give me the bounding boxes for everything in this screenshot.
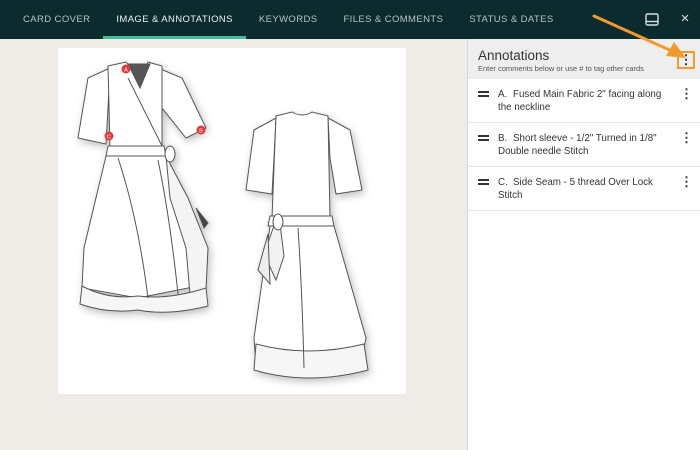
tab-files-comments[interactable]: FILES & COMMENTS [330,0,456,39]
annotation-list: A. Fused Main Fabric 2" facing along the … [468,79,700,211]
sketch-canvas[interactable]: A B C [58,48,406,394]
drag-handle-icon[interactable] [478,91,489,97]
front-dress-illustration [77,61,209,313]
panel-subtitle: Enter comments below or use # to tag oth… [478,64,644,73]
annotation-marker-c[interactable]: C [104,131,114,141]
item-more-options-icon[interactable]: ⋮ [680,131,693,145]
svg-text:A: A [124,68,128,74]
annotation-letter: A. [498,89,508,100]
annotation-marker-a[interactable]: A [121,64,131,74]
annotation-text: Fused Main Fabric 2" facing along the ne… [498,89,662,113]
svg-text:C: C [107,135,111,141]
panel-title: Annotations [478,48,550,63]
tab-card-cover[interactable]: CARD COVER [10,0,103,39]
svg-text:B: B [199,129,203,135]
tab-bar: CARD COVER IMAGE & ANNOTATIONS KEYWORDS … [10,0,567,39]
annotation-text: Side Seam - 5 thread Over Lock Stitch [498,177,653,201]
drag-handle-icon[interactable] [478,135,489,141]
tab-status-dates[interactable]: STATUS & DATES [456,0,566,39]
annotation-item-c[interactable]: C. Side Seam - 5 thread Over Lock Stitch … [468,167,700,211]
tab-keywords[interactable]: KEYWORDS [246,0,331,39]
item-more-options-icon[interactable]: ⋮ [680,175,693,189]
annotation-item-b[interactable]: B. Short sleeve - 1/2" Turned in 1/8" Dou… [468,123,700,167]
dress-sketch: A B C [77,61,369,379]
tab-image-annotations[interactable]: IMAGE & ANNOTATIONS [103,0,246,39]
drag-handle-icon[interactable] [478,179,489,185]
annotation-marker-b[interactable]: B [196,125,206,135]
annotations-panel: Annotations Enter comments below or use … [467,39,700,450]
back-dress-illustration [245,111,369,379]
callout-arrow-icon [592,14,686,58]
annotation-letter: C. [498,177,508,188]
annotation-letter: B. [498,133,508,144]
item-more-options-icon[interactable]: ⋮ [680,87,693,101]
annotation-item-a[interactable]: A. Fused Main Fabric 2" facing along the … [468,79,700,123]
annotation-text: Short sleeve - 1/2" Turned in 1/8" Doubl… [498,133,657,157]
image-workspace: A B C [0,39,467,450]
